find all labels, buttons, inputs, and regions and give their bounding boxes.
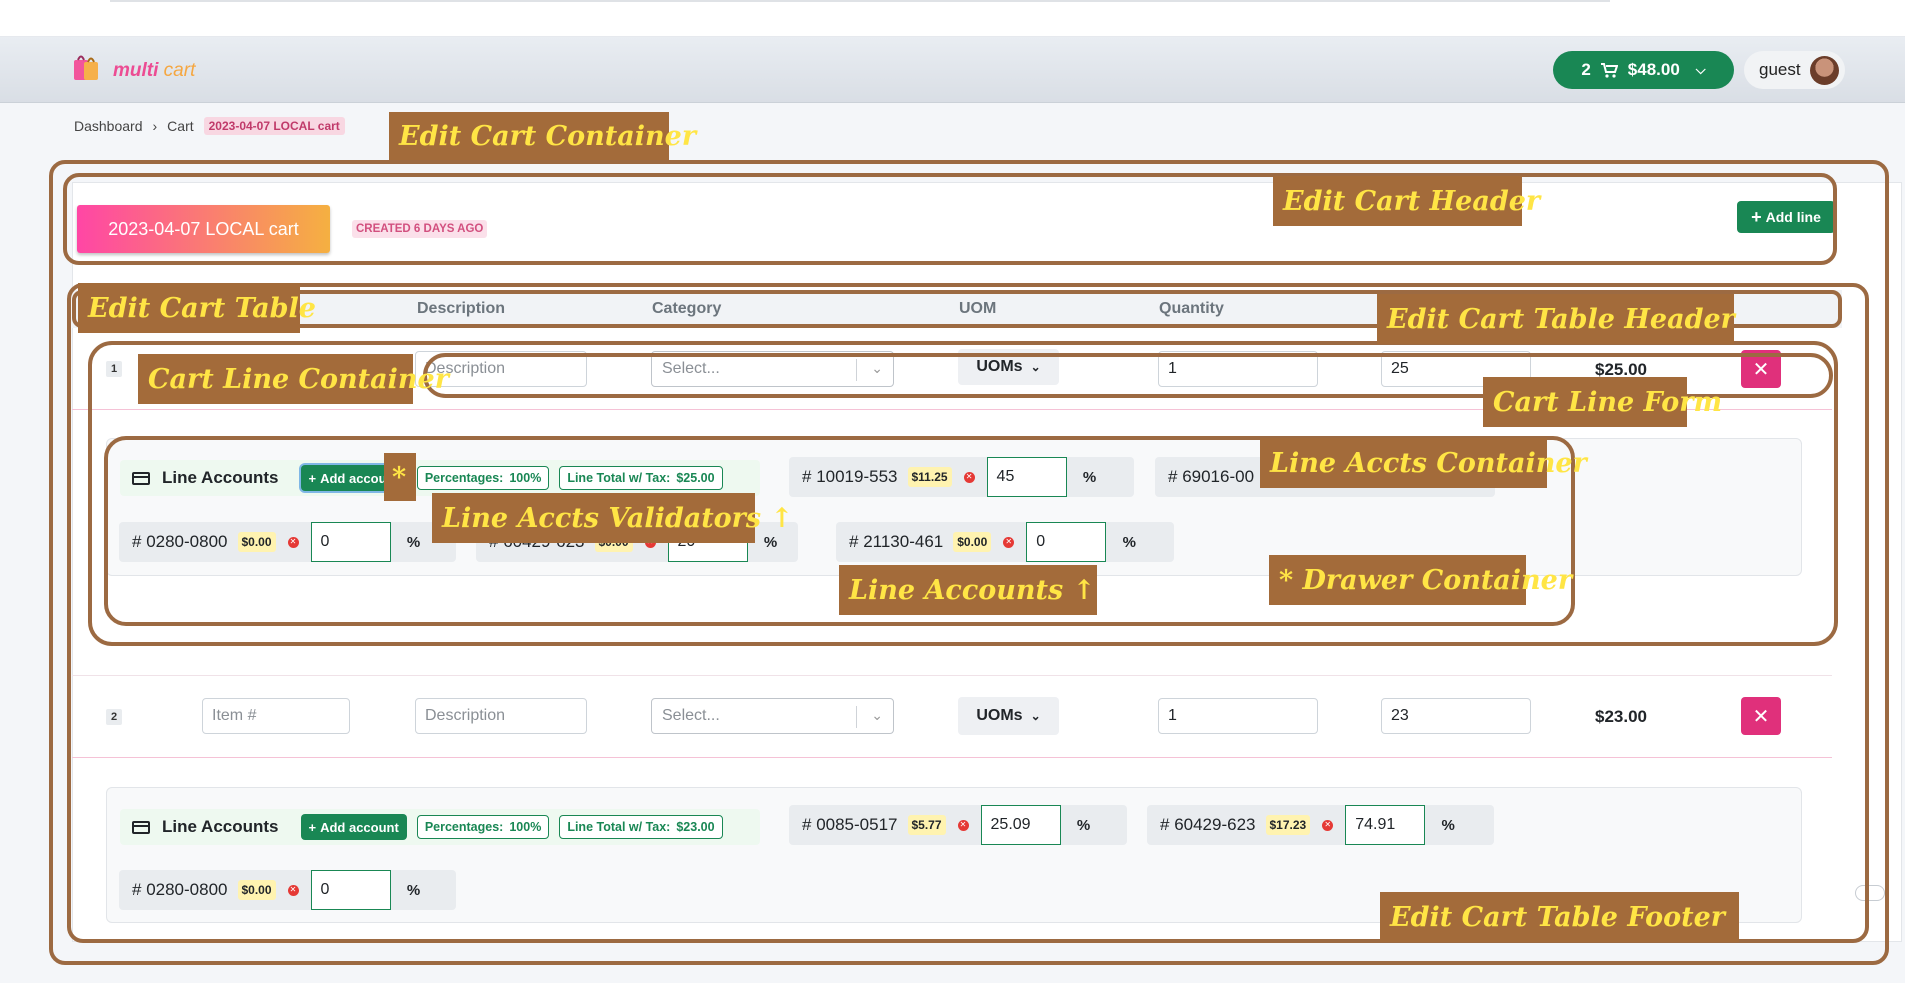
edit-cart-header-outline — [63, 173, 1837, 265]
logo-word-multi: multi — [113, 60, 159, 81]
cart-count: 2 — [1581, 60, 1591, 79]
top-divider — [110, 0, 1610, 2]
chevron-down-icon: ⌵ — [1695, 62, 1706, 77]
breadcrumb-current: 2023-04-07 LOCAL cart — [203, 117, 345, 135]
cart-icon — [1600, 62, 1618, 78]
breadcrumb-separator-icon: › — [152, 118, 158, 134]
top-strip — [0, 0, 1905, 37]
annotation-line-accts-validators: Line Accts Validators ↑ — [432, 493, 793, 543]
user-menu-button[interactable]: guest — [1744, 51, 1845, 89]
shopping-bags-icon[interactable] — [72, 52, 100, 82]
annotation-edit-cart-header: Edit Cart Header — [1273, 176, 1540, 226]
annotation-edit-cart-table-header: Edit Cart Table Header — [1377, 294, 1735, 344]
annotation-cart-line-container: Cart Line Container — [138, 354, 449, 404]
annotation-cart-line-form: Cart Line Form — [1483, 377, 1722, 427]
breadcrumb-cart[interactable]: Cart — [167, 118, 193, 134]
annotation-star: * — [384, 453, 416, 501]
annotation-drawer-container: * Drawer Container — [1269, 555, 1572, 605]
annotation-line-accts-container: Line Accts Container — [1260, 438, 1587, 488]
user-name: guest — [1759, 60, 1801, 79]
breadcrumb-dashboard[interactable]: Dashboard — [74, 118, 143, 134]
breadcrumb: Dashboard › Cart 2023-04-07 LOCAL cart — [74, 117, 345, 135]
annotation-edit-cart-table-footer: Edit Cart Table Footer — [1380, 892, 1739, 942]
annotation-edit-cart-table: Edit Cart Table — [78, 283, 316, 333]
cart-total: $48.00 — [1627, 60, 1680, 79]
logo-word-cart: cart — [163, 60, 196, 81]
annotation-line-accounts: Line Accounts ↑ — [839, 565, 1097, 615]
avatar — [1810, 55, 1839, 85]
logo-text[interactable]: multi cart — [113, 60, 195, 82]
cart-dropdown-button[interactable]: 2 $48.00 ⌵ — [1553, 51, 1734, 89]
annotation-edit-cart-container: Edit Cart Container — [389, 112, 696, 160]
